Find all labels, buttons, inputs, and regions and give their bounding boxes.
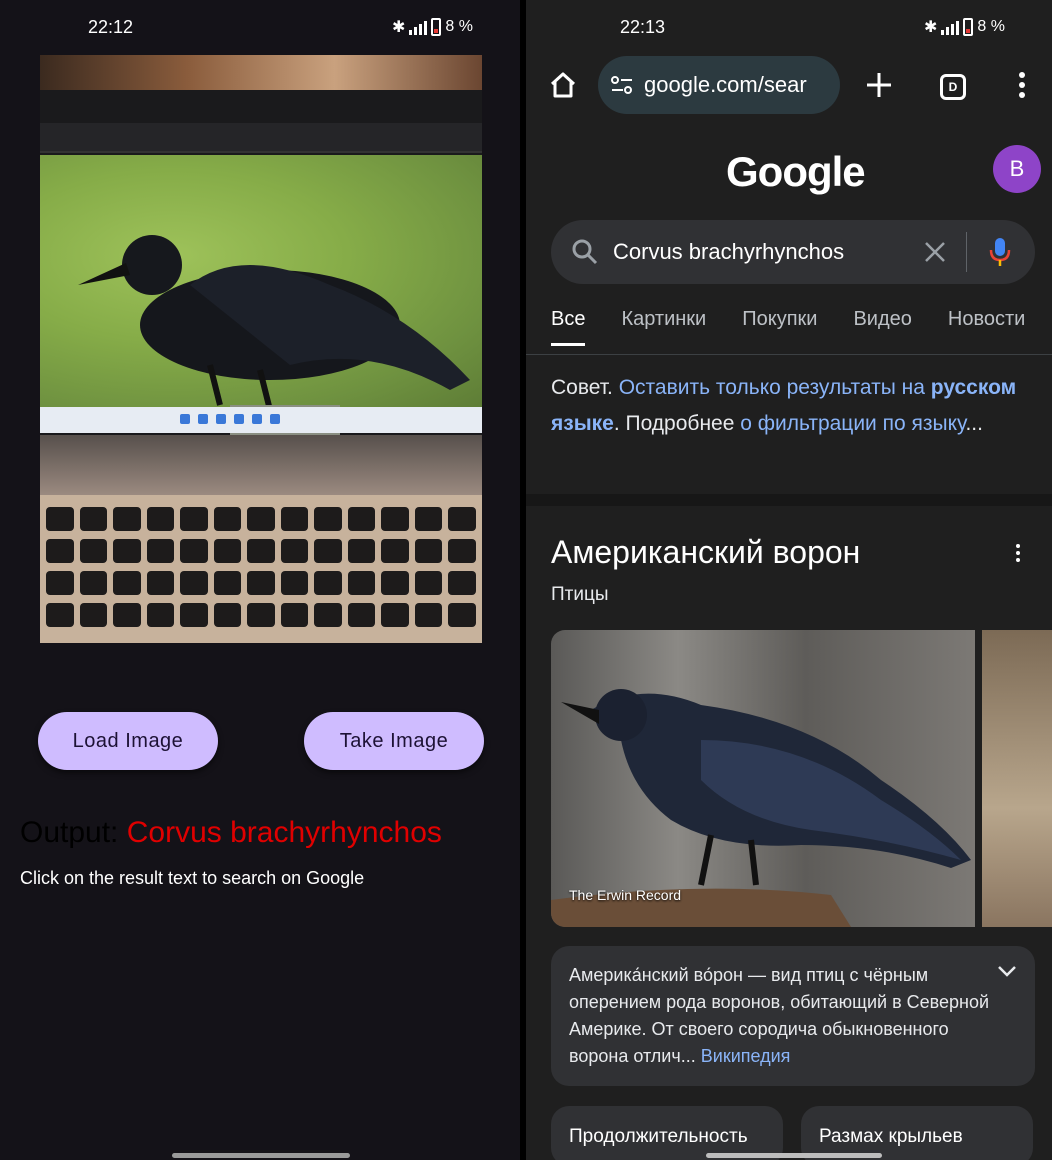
search-results-page: Google B Corvus brachyrhynchos Все Карти…	[526, 126, 1052, 1160]
search-input[interactable]: Corvus brachyrhynchos	[613, 239, 924, 265]
knowledge-panel-title[interactable]: Американский ворон	[551, 534, 860, 571]
search-tabs: Все Картинки Покупки Видео Новости	[551, 308, 1025, 346]
hint-text: Click on the result text to search on Go…	[20, 868, 365, 888]
home-icon[interactable]	[548, 70, 578, 100]
browser-screen: 22:13 ✱ 8 % google.com/sear D Google B C…	[526, 0, 1052, 1160]
output-line: Output: Corvus brachyrhynchos	[20, 816, 442, 850]
app-screen: 22:12 ✱ 8 % Load Image Take Image Output…	[0, 0, 520, 1160]
battery-icon	[963, 18, 974, 36]
microphone-icon[interactable]	[989, 236, 1011, 268]
signal-icon	[941, 19, 960, 35]
search-icon	[572, 239, 598, 265]
chevron-down-icon[interactable]	[997, 964, 1017, 978]
image-caption: The Erwin Record	[569, 887, 682, 903]
description-card[interactable]: Америка́нский во́рон — вид птиц с чёрным…	[551, 946, 1035, 1086]
battery-level: 8 %	[445, 18, 473, 35]
lifespan-chip[interactable]: Продолжительность	[551, 1106, 783, 1160]
tab-videos[interactable]: Видео	[853, 308, 911, 346]
language-tip: Совет. Оставить только результаты на рус…	[551, 376, 1017, 435]
tab-images[interactable]: Картинки	[621, 308, 706, 346]
knowledge-panel-image-2[interactable]	[982, 630, 1052, 927]
tab-news[interactable]: Новости	[948, 308, 1025, 346]
battery-level: 8 %	[977, 18, 1005, 35]
clear-icon[interactable]	[924, 241, 946, 263]
menu-icon[interactable]	[1016, 70, 1028, 100]
gesture-bar[interactable]	[172, 1153, 350, 1158]
tip-prefix: Совет.	[551, 376, 613, 399]
load-image-button[interactable]: Load Image	[38, 712, 218, 770]
url-text: google.com/sear	[644, 72, 807, 97]
take-image-button[interactable]: Take Image	[304, 712, 484, 770]
crow-image	[78, 235, 470, 435]
status-bar: 22:12 ✱ 8 %	[0, 0, 520, 54]
output-result-link[interactable]: Corvus brachyrhynchos	[127, 816, 442, 849]
address-bar[interactable]: google.com/sear	[598, 56, 840, 114]
bluetooth-icon: ✱	[392, 19, 406, 36]
tab-switcher-button[interactable]: D	[940, 74, 966, 100]
captured-photo	[40, 55, 482, 643]
knowledge-panel-subtitle: Птицы	[551, 584, 609, 605]
wikipedia-link[interactable]: Википедия	[701, 1046, 791, 1066]
gesture-bar[interactable]	[706, 1153, 882, 1158]
status-time: 22:13	[620, 17, 666, 37]
wingspan-chip[interactable]: Размах крыльев	[801, 1106, 1033, 1160]
status-time: 22:12	[88, 17, 134, 37]
status-bar: 22:13 ✱ 8 %	[526, 0, 1052, 54]
search-box[interactable]: Corvus brachyrhynchos	[551, 220, 1035, 284]
output-label: Output:	[20, 816, 119, 849]
battery-icon	[431, 18, 442, 36]
bluetooth-icon: ✱	[924, 19, 938, 36]
new-tab-icon[interactable]	[864, 70, 894, 100]
status-icons: ✱ 8 %	[392, 17, 473, 37]
section-divider	[526, 494, 1052, 506]
knowledge-panel-image[interactable]: The Erwin Record	[551, 630, 975, 927]
status-icons: ✱ 8 %	[924, 17, 1005, 37]
account-avatar[interactable]: B	[993, 145, 1041, 193]
language-filter-link[interactable]: о фильтрации по языку	[740, 412, 965, 435]
google-logo[interactable]: Google	[726, 148, 866, 196]
tab-all[interactable]: Все	[551, 308, 586, 346]
more-options-icon[interactable]	[1016, 544, 1020, 562]
tab-shopping[interactable]: Покупки	[742, 308, 817, 346]
tip-middle: . Подробнее	[613, 412, 735, 435]
site-settings-icon[interactable]	[610, 74, 634, 96]
signal-icon	[409, 19, 428, 35]
browser-toolbar: google.com/sear D	[526, 56, 1052, 118]
